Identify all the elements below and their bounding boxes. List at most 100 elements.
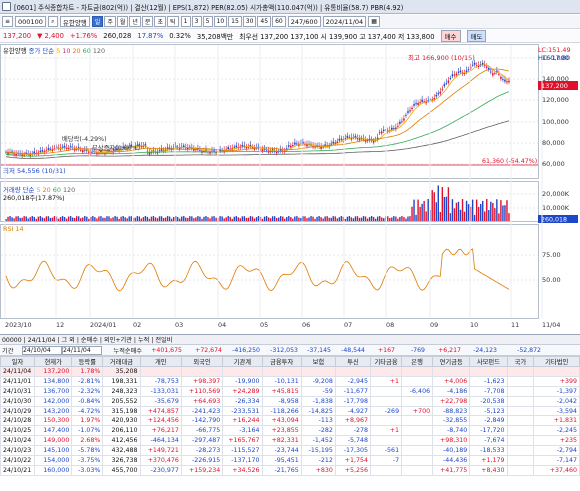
interval-button-0[interactable]: 1 — [180, 16, 191, 27]
table-row[interactable]: 24/10/22 154,000 -3.75% 326,738 +370,476 -226… — [0, 455, 580, 466]
volume-bar — [387, 216, 389, 221]
table-row[interactable]: 24/10/23 145,100 -5.78% 432,488 +149,721 -28,… — [0, 445, 580, 457]
table-cell — [506, 415, 535, 427]
column-header-7[interactable]: 금융투자 — [261, 356, 302, 367]
table-row[interactable]: 24/10/24 149,000 2.68% 412,456 -464,134 -297,… — [0, 435, 580, 447]
candle-body — [261, 149, 264, 152]
column-header-14[interactable]: 국가 — [506, 356, 535, 367]
table-row[interactable]: 24/11/01 134,800 -2.81% 198,331 -78,753 +98,3… — [0, 375, 580, 387]
table-cell: -1,452 — [300, 435, 336, 447]
volume-bar — [326, 216, 328, 221]
column-header-15[interactable]: 기타법인 — [533, 356, 580, 367]
table-row[interactable]: 24/11/04 137,200 1.78% 35,208 — [0, 366, 580, 377]
table-row[interactable]: 24/10/30 142,000 -0.84% 205,552 -35,679 +64,6… — [0, 395, 580, 407]
table-cell: -464,134 — [139, 435, 182, 447]
period-button-1[interactable]: 주 — [104, 16, 116, 27]
interval-button-group: 1 3 5 10 15 30 45 60 — [180, 16, 286, 27]
table-cell: -7,674 — [469, 435, 508, 447]
table-cell — [401, 425, 434, 437]
volume-bar — [350, 217, 353, 221]
sell-button[interactable]: 매도 — [466, 30, 487, 42]
price-legend-name: 유한양행 — [3, 47, 27, 55]
volume-bar — [185, 217, 187, 221]
interval-button-7[interactable]: 60 — [272, 16, 286, 27]
column-header-9[interactable]: 투신 — [334, 356, 372, 367]
cumulative-sum-cell: +167 — [378, 346, 395, 354]
candle-body — [405, 114, 407, 116]
rsi-tick-label: 50.00 — [542, 276, 561, 284]
volume-bar — [39, 216, 42, 221]
column-header-1[interactable]: 현재가 — [34, 356, 73, 367]
date-to-input[interactable]: 24/11/04 — [62, 345, 102, 355]
buy-button[interactable]: 매수 — [440, 30, 461, 42]
table-cell: +16,244 — [222, 415, 263, 427]
table-cell: -2.32% — [71, 385, 104, 397]
chart-area[interactable]: 160,000 140,000 120,000 100,000 80,000 60,000… — [0, 44, 580, 329]
column-header-6[interactable]: 기관계 — [222, 356, 263, 367]
interval-button-5[interactable]: 30 — [242, 16, 257, 27]
column-header-10[interactable]: 기타금융 — [370, 356, 403, 367]
volume-bar — [110, 218, 112, 221]
price-change-pct: +1.76% — [69, 32, 98, 40]
volume-bar — [261, 218, 264, 221]
table-row[interactable]: 24/10/28 150,300 1.97% 420,930 +124,456 -142,… — [0, 415, 580, 427]
period-button-3[interactable]: 년 — [129, 16, 141, 27]
column-header-12[interactable]: 연기금등 — [432, 356, 471, 367]
table-toolbar[interactable]: 00000 | 24/11/04 | 그 외 | 순매수 | 외인+기관 | 누… — [0, 335, 580, 345]
table-row[interactable]: 24/10/25 147,400 -1.07% 206,110 +76,217 -66,7… — [0, 425, 580, 437]
column-header-3[interactable]: 거래대금 — [102, 356, 141, 367]
column-header-5[interactable]: 외국인 — [180, 356, 224, 367]
data-count-field[interactable]: 247/600 — [287, 16, 321, 27]
table-row[interactable]: 24/10/31 136,700 -2.32% 248,323 -133,031 +110… — [0, 385, 580, 397]
table-row[interactable]: 24/10/21 160,000 -3.03% 455,700 -230,977 +159… — [0, 464, 580, 476]
stock-name-field[interactable]: 유한양행 — [59, 16, 90, 27]
column-header-2[interactable]: 등락률 — [71, 356, 104, 367]
table-cell: -241,423 — [180, 405, 224, 417]
table-cell: +1,831 — [533, 415, 580, 427]
column-header-13[interactable]: 사모펀드 — [469, 356, 508, 367]
interval-button-3[interactable]: 10 — [213, 16, 228, 27]
candle-body — [320, 146, 322, 149]
period-button-4[interactable]: 분 — [141, 16, 154, 27]
table-cell: -1,397 — [533, 385, 580, 397]
period-button-6[interactable]: 틱 — [166, 16, 179, 27]
volume-bar — [453, 208, 456, 221]
volume-bar — [471, 199, 474, 221]
chart-canvas[interactable]: 160,000140,000120,000100,00080,00060,000… — [0, 44, 580, 334]
column-header-11[interactable]: 은행 — [401, 356, 434, 367]
candle-body — [411, 107, 413, 110]
period-button-0[interactable]: 일 — [91, 16, 104, 27]
calendar-icon[interactable]: ▦ — [368, 16, 380, 27]
column-header-0[interactable]: 일자 — [0, 356, 36, 367]
volume-bar — [57, 218, 60, 221]
column-header-8[interactable]: 보험 — [300, 356, 336, 367]
volume-bar — [292, 218, 294, 221]
volume-bar — [488, 210, 490, 221]
search-icon[interactable]: ⌕ — [47, 16, 58, 27]
table-cell: -278 — [334, 425, 372, 437]
volume-bar — [9, 216, 11, 221]
table-filter-row: 기간 24/10/04 24/11/04 누적순매수 +401,675 +72,6… — [0, 345, 580, 356]
interval-button-1[interactable]: 3 — [191, 16, 202, 27]
date-field[interactable]: 2024/11/04 — [322, 16, 367, 27]
volume-bar — [344, 218, 347, 221]
period-button-2[interactable]: 월 — [116, 16, 129, 27]
table-cell: 420,930 — [102, 415, 141, 427]
menu-icon[interactable]: ≡ — [2, 16, 14, 27]
interval-button-2[interactable]: 5 — [202, 16, 213, 27]
column-header-4[interactable]: 개인 — [139, 356, 182, 367]
volume-bar — [330, 217, 332, 221]
interval-button-6[interactable]: 45 — [257, 16, 272, 27]
candle-body — [292, 145, 294, 147]
table-cell: 24/10/28 — [0, 415, 36, 427]
date-from-input[interactable]: 24/10/04 — [22, 345, 62, 355]
table-cell: -19,900 — [222, 375, 263, 387]
volume-bar — [334, 216, 336, 221]
stock-code-input[interactable]: 000100 — [15, 16, 46, 27]
volume-bar — [336, 218, 338, 221]
interval-button-4[interactable]: 15 — [228, 16, 242, 27]
table-row[interactable]: 24/10/29 143,200 -4.72% 315,198 +474,857 -241… — [0, 405, 580, 417]
volume-bar — [251, 216, 254, 221]
period-button-5[interactable]: 초 — [154, 16, 166, 27]
table-cell — [469, 366, 508, 377]
